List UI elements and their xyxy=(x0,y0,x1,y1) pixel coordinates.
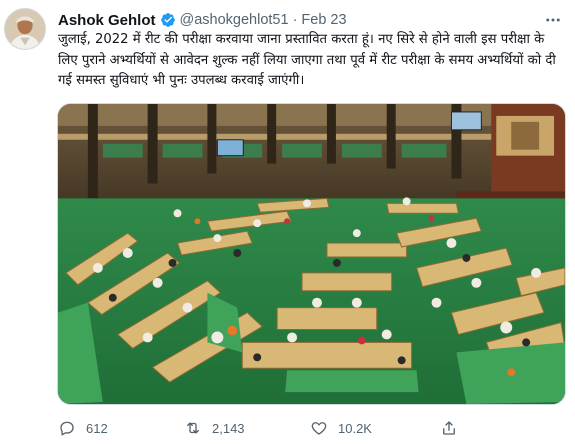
avatar-photo xyxy=(5,9,45,49)
retweet-icon xyxy=(187,422,199,434)
author-name[interactable]: Ashok Gehlot xyxy=(58,12,156,29)
author-handle[interactable]: @ashokgehlot51 xyxy=(180,12,289,28)
tweet-card[interactable]: Ashok Gehlot @ashokgehlot51 · Feb 23 जुल… xyxy=(0,0,575,444)
header-separator: · xyxy=(292,12,298,28)
more-options-button[interactable] xyxy=(540,10,566,30)
share-button[interactable] xyxy=(440,416,458,440)
avatar[interactable] xyxy=(4,8,46,50)
reply-count: 612 xyxy=(86,420,108,436)
tweet-header: Ashok Gehlot @ashokgehlot51 · Feb 23 xyxy=(58,10,347,30)
like-count: 10.2K xyxy=(338,420,372,436)
tweet-actions: 612 2,143 10.2K xyxy=(58,416,566,440)
like-icon xyxy=(311,422,327,435)
tweet-date[interactable]: Feb 23 xyxy=(301,12,346,28)
retweet-count: 2,143 xyxy=(212,420,245,436)
reply-icon xyxy=(60,421,74,436)
tweet-text: जुलाई, 2022 में रीट की परीक्षा करवाया जा… xyxy=(58,32,556,88)
photo-legislative-assembly-chamber xyxy=(58,104,565,404)
share-icon xyxy=(443,421,455,435)
tweet-media-photo[interactable] xyxy=(57,103,566,405)
verified-badge-icon xyxy=(160,12,176,28)
more-options-icon xyxy=(546,18,560,22)
reply-button[interactable]: 612 xyxy=(58,416,108,440)
like-button[interactable]: 10.2K xyxy=(310,416,372,440)
retweet-button[interactable]: 2,143 xyxy=(184,416,245,440)
